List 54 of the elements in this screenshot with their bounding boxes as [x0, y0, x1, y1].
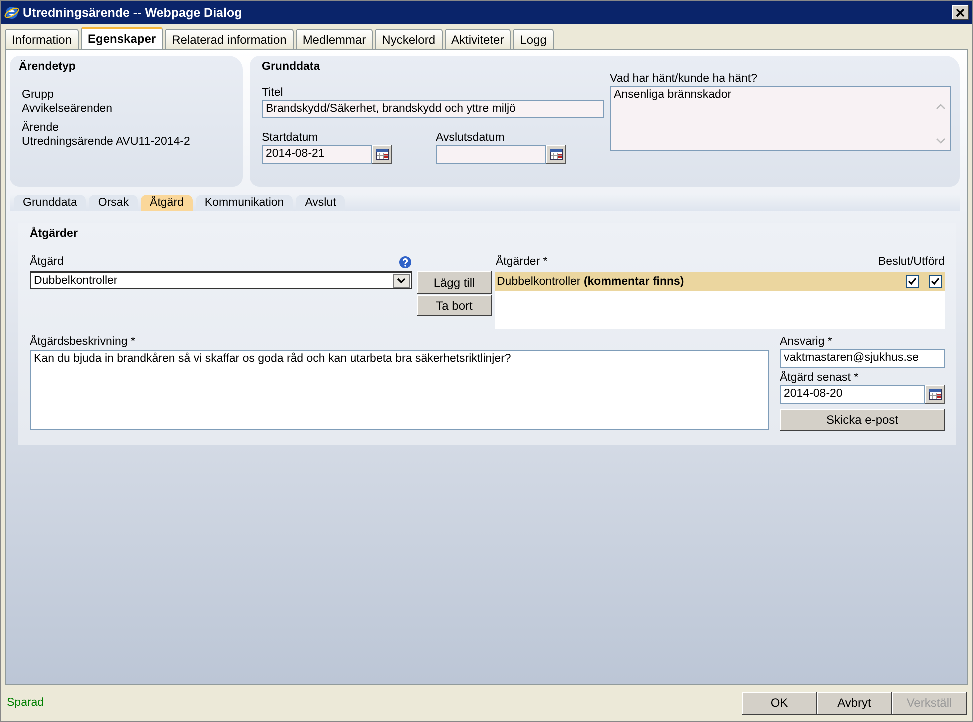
- close-icon: [956, 8, 965, 16]
- field-label: Startdatum: [262, 131, 320, 145]
- column-header: Beslut/Utförd: [878, 255, 945, 269]
- tab[interactable]: Logg: [513, 29, 554, 49]
- calendar-icon: [928, 389, 942, 400]
- dialog-button[interactable]: OK: [742, 692, 817, 714]
- field-label: Ansvarig *: [780, 335, 834, 349]
- field-label: Åtgärd: [30, 255, 64, 269]
- field-label: Vad har hänt/kunde ha hänt?: [610, 72, 758, 86]
- field-value: Avvikelseärenden: [22, 102, 114, 116]
- panel-heading: Ärendetyp: [19, 61, 77, 73]
- responsible-field[interactable]: vaktmastaren@sjukhus.se: [780, 349, 945, 368]
- action-button[interactable]: Ta bort: [417, 295, 492, 316]
- tab[interactable]: Nyckelord: [375, 29, 443, 49]
- field-label: Titel: [262, 86, 284, 100]
- field-label: Ärende: [22, 121, 60, 135]
- send-email-button[interactable]: Skicka e-post: [780, 409, 945, 431]
- end-date-field[interactable]: [436, 145, 546, 164]
- browser-icon: [4, 4, 20, 20]
- start-date-field[interactable]: 2014-08-21: [262, 145, 372, 164]
- incident-text-area[interactable]: Ansenliga brännskador: [610, 86, 951, 151]
- calendar-button[interactable]: [372, 145, 392, 164]
- sub-tab[interactable]: Åtgärd: [141, 195, 193, 211]
- status-text: Sparad: [7, 697, 46, 709]
- checkbox[interactable]: [906, 275, 919, 288]
- title-field[interactable]: Brandskydd/Säkerhet, brandskydd och yttre miljö: [262, 100, 604, 118]
- tab[interactable]: Information: [5, 29, 80, 49]
- action-button[interactable]: Lägg till: [417, 271, 492, 294]
- chevron-down-icon: [397, 278, 406, 284]
- section-heading: Åtgärder: [30, 228, 79, 240]
- checkbox[interactable]: [929, 275, 942, 288]
- field-label: Åtgärdsbeskrivning *: [30, 335, 136, 349]
- field-value: Utredningsärende AVU11-2014-2: [22, 135, 192, 149]
- tab[interactable]: Medlemmar: [296, 29, 374, 49]
- field-label: Avslutsdatum: [436, 131, 506, 145]
- close-button[interactable]: [952, 5, 969, 20]
- field-label: Åtgärd senast *: [780, 371, 860, 385]
- field-label: Åtgärder *: [496, 255, 548, 269]
- calendar-icon: [376, 149, 388, 160]
- field-label: Grupp: [22, 88, 55, 102]
- list-item[interactable]: Dubbelkontroller (kommentar finns): [495, 272, 945, 291]
- dialog-button[interactable]: Avbryt: [817, 692, 892, 714]
- action-dropdown[interactable]: Dubbelkontroller: [30, 271, 412, 289]
- window-title: Utredningsärende -- Webpage Dialog: [23, 6, 244, 20]
- tab[interactable]: Relaterad information: [165, 29, 294, 49]
- deadline-field[interactable]: 2014-08-20: [780, 385, 925, 404]
- description-text-area[interactable]: Kan du bjuda in brandkåren så vi skaffar os goda råd och kan utarbeta bra säkerhetsriktlinjer?: [30, 350, 769, 430]
- tab[interactable]: Egenskaper: [81, 27, 164, 49]
- tab[interactable]: Aktiviteter: [444, 29, 512, 49]
- calendar-button[interactable]: [925, 385, 945, 404]
- calendar-icon: [550, 149, 562, 160]
- calendar-button[interactable]: [546, 145, 566, 164]
- help-icon[interactable]: [399, 256, 412, 269]
- panel-heading: Grunddata: [262, 61, 322, 73]
